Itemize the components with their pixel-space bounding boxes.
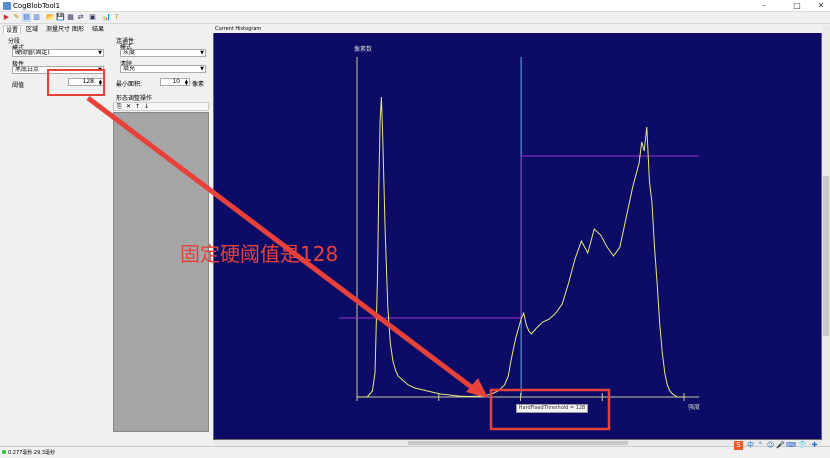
punctuation-icon[interactable]: °: [756, 441, 765, 450]
annotation-overlay: [86, 96, 611, 431]
toolbox-icon[interactable]: ✚: [810, 441, 819, 450]
system-tray: S 中 ° ☺ 🎤 ⌨ 👕 ✚: [734, 441, 830, 452]
annotation-text: 固定硬阈值是128: [180, 242, 339, 266]
status-ok-icon: [2, 450, 6, 454]
mic-icon[interactable]: 🎤: [776, 441, 785, 450]
status-bar: 0.277毫秒 29.3毫秒: [0, 446, 830, 458]
status-text: 0.277毫秒 29.3毫秒: [8, 450, 56, 456]
emoji-icon[interactable]: ☺: [766, 441, 775, 450]
sogou-icon[interactable]: S: [734, 441, 743, 450]
keyboard-icon[interactable]: ⌨: [786, 441, 796, 450]
ime-chinese-icon[interactable]: 中: [746, 441, 755, 450]
tooltip-highlight-box: [489, 388, 611, 431]
skin-icon[interactable]: 👕: [798, 441, 807, 450]
